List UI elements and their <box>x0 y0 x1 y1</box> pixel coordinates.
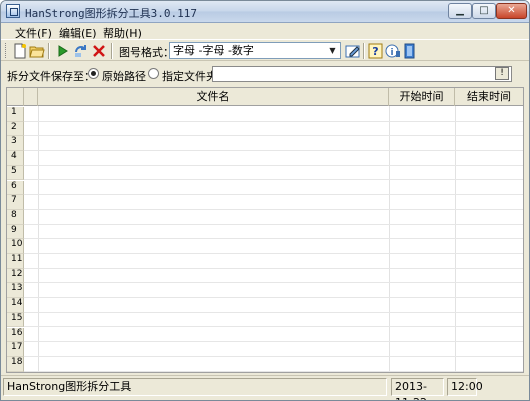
row-number[interactable]: 2 <box>7 121 24 137</box>
toolbar-separator <box>48 43 50 59</box>
row-number[interactable]: 11 <box>7 254 24 269</box>
status-app-name: HanStrong图形拆分工具 <box>3 378 387 396</box>
about-icon[interactable]: i <box>385 43 401 59</box>
toolbar-separator <box>363 43 365 59</box>
column-header-end-time[interactable]: 结束时间 <box>455 88 523 106</box>
app-window: HanStrong图形拆分工具3.0.117 ▁ □ ✕ 文件(F) 编辑(E)… <box>0 0 530 401</box>
open-folder-icon[interactable] <box>29 43 45 59</box>
row-number[interactable]: 13 <box>7 283 24 299</box>
table-row[interactable] <box>24 210 523 225</box>
table-row[interactable] <box>24 298 523 313</box>
new-file-icon[interactable] <box>12 43 28 59</box>
row-number[interactable]: 9 <box>7 224 24 240</box>
format-label: 图号格式： <box>119 46 174 59</box>
status-time: 12:00 <box>447 378 483 396</box>
row-number[interactable]: 7 <box>7 195 24 210</box>
table-row[interactable] <box>24 313 523 328</box>
file-table[interactable]: 文件名 开始时间 结束时间 1 2 3 4 5 6 7 8 9 10 11 12 13 14 15 16 17 1… <box>6 87 524 373</box>
close-button[interactable]: ✕ <box>496 3 527 19</box>
save-path-row: 拆分文件保存至： 原始路径 指定文件夹 ! <box>1 63 529 85</box>
status-date: 2013-11-22 <box>391 378 444 400</box>
status-bar: HanStrong图形拆分工具 2013-11-22 12:00 <box>1 375 529 400</box>
menu-bar: 文件(F) 编辑(E) 帮助(H) <box>1 23 529 40</box>
row-number[interactable]: 10 <box>7 239 24 254</box>
row-number[interactable]: 6 <box>7 180 24 196</box>
format-value: 字母 -字母 -数字 <box>173 44 254 57</box>
refresh-icon[interactable] <box>73 43 89 59</box>
custom-folder-label[interactable]: 指定文件夹 <box>162 68 217 84</box>
radio-custom-folder[interactable] <box>148 68 159 79</box>
table-row[interactable] <box>24 195 523 210</box>
original-path-label[interactable]: 原始路径 <box>102 68 146 84</box>
toolbar-separator <box>111 43 113 59</box>
row-number[interactable]: 17 <box>7 342 24 357</box>
table-row[interactable] <box>24 151 523 166</box>
table-row[interactable] <box>24 122 523 137</box>
table-row[interactable] <box>24 136 523 152</box>
row-number[interactable]: 16 <box>7 327 24 343</box>
delete-icon[interactable] <box>91 43 107 59</box>
minimize-button[interactable]: ▁ <box>448 3 472 19</box>
edit-icon[interactable] <box>345 43 361 59</box>
table-row[interactable] <box>24 225 523 240</box>
table-row[interactable] <box>24 239 523 254</box>
format-select[interactable]: 字母 -字母 -数字 ▼ <box>169 42 341 59</box>
row-number[interactable]: 8 <box>7 209 24 225</box>
maximize-button[interactable]: □ <box>472 3 496 19</box>
row-number[interactable]: 15 <box>7 312 24 328</box>
exit-icon[interactable] <box>402 43 418 59</box>
table-row[interactable] <box>24 269 523 284</box>
row-number[interactable]: 14 <box>7 298 24 313</box>
table-row[interactable] <box>24 166 523 181</box>
window-title: HanStrong图形拆分工具3.0.117 <box>25 7 197 20</box>
row-number[interactable]: 12 <box>7 268 24 284</box>
row-number[interactable]: 3 <box>7 136 24 152</box>
corner-cell[interactable] <box>7 88 24 106</box>
folder-path-input[interactable] <box>212 66 512 82</box>
table-header: 文件名 开始时间 结束时间 <box>7 88 523 106</box>
table-row[interactable] <box>24 107 523 122</box>
table-row[interactable] <box>24 283 523 299</box>
toolbar: 图号格式： 字母 -字母 -数字 ▼ ? i <box>1 39 529 61</box>
app-icon <box>6 4 20 18</box>
row-number[interactable]: 18 <box>7 356 24 372</box>
toolbar-grip[interactable] <box>5 43 8 58</box>
save-label: 拆分文件保存至： <box>7 70 95 83</box>
row-number[interactable]: 1 <box>7 107 24 122</box>
table-row[interactable] <box>24 357 523 372</box>
svg-text:?: ? <box>372 45 378 58</box>
table-row[interactable] <box>24 328 523 343</box>
browse-button[interactable]: ! <box>495 67 509 80</box>
radio-original-path[interactable] <box>88 68 99 79</box>
table-row[interactable] <box>24 181 523 196</box>
table-row[interactable] <box>24 254 523 269</box>
row-number[interactable]: 4 <box>7 151 24 166</box>
row-number[interactable]: 5 <box>7 165 24 181</box>
chevron-down-icon[interactable]: ▼ <box>326 44 339 57</box>
run-icon[interactable] <box>54 43 70 59</box>
help-icon[interactable]: ? <box>368 43 384 59</box>
svg-text:i: i <box>390 48 393 58</box>
check-column-header[interactable] <box>24 88 38 106</box>
column-header-start-time[interactable]: 开始时间 <box>389 88 455 106</box>
title-bar[interactable]: HanStrong图形拆分工具3.0.117 ▁ □ ✕ <box>1 1 529 23</box>
column-header-filename[interactable]: 文件名 <box>38 88 389 106</box>
table-row[interactable] <box>24 342 523 357</box>
